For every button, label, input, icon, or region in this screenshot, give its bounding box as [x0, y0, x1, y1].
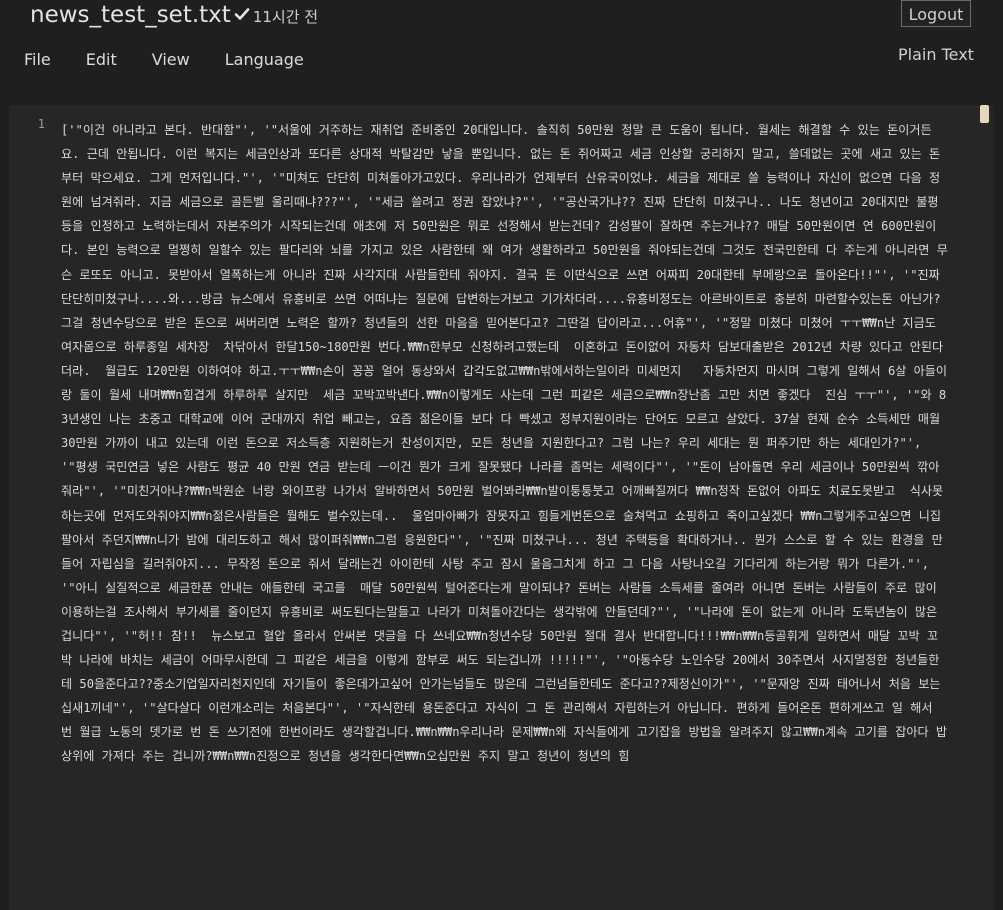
- logout-button[interactable]: Logout: [901, 0, 971, 27]
- file-name[interactable]: news_test_set.txt: [30, 2, 231, 28]
- scrollbar-thumb[interactable]: [980, 105, 989, 123]
- syntax-mode-selector[interactable]: Plain Text: [898, 45, 974, 64]
- menu-bar: File Edit View Language: [24, 50, 339, 69]
- line-number: 1: [37, 117, 45, 131]
- saved-check-icon: [234, 6, 250, 22]
- saved-time: 11시간 전: [252, 8, 319, 26]
- editor-content[interactable]: ['"이건 아니라고 본다. 반대함"', '"서울에 거주하는 재취업 준비중…: [61, 118, 949, 769]
- title-bar: news_test_set.txt 11시간 전: [30, 2, 318, 34]
- menu-language[interactable]: Language: [225, 50, 304, 69]
- menu-edit[interactable]: Edit: [86, 50, 117, 69]
- text-editor[interactable]: 1 ['"이건 아니라고 본다. 반대함"', '"서울에 거주하는 재취업 준…: [9, 105, 994, 910]
- menu-view[interactable]: View: [152, 50, 190, 69]
- menu-file[interactable]: File: [24, 50, 51, 69]
